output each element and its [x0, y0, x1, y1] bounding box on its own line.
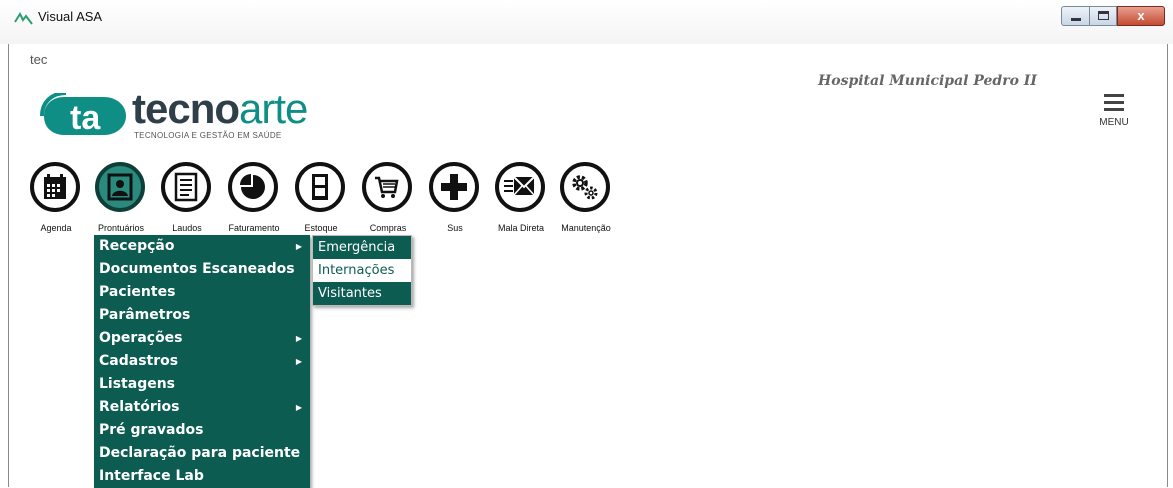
title-bar: Visual ASA x	[0, 0, 1173, 44]
close-button[interactable]: x	[1117, 6, 1165, 26]
submenu-item-internacoes[interactable]: Internações	[313, 259, 411, 282]
menu-item-recepcao[interactable]: Recepção ▶	[94, 235, 310, 258]
tecnoarte-logo: ta tecnoarte TECNOLOGIA E GESTÃO EM SAÚD…	[40, 83, 340, 143]
close-icon: x	[1137, 8, 1145, 23]
menu-item-documentos-escaneados[interactable]: Documentos Escaneados	[94, 258, 310, 281]
minimize-icon	[1071, 18, 1081, 21]
menu-label: MENU	[1099, 117, 1129, 128]
gears-icon	[572, 175, 598, 200]
prontuarios-dropdown: Recepção ▶ Documentos Escaneados Paciente…	[94, 235, 310, 488]
app-icon	[14, 11, 33, 25]
module-compras[interactable]: Compras	[358, 160, 420, 238]
document-lines-icon	[174, 172, 198, 202]
user-name: tec	[30, 52, 48, 67]
pie-chart-icon	[240, 174, 265, 199]
logo-wordmark: tecnoarte	[132, 85, 308, 133]
logo-word-part2: arte	[239, 85, 308, 132]
submenu-arrow-icon: ▶	[295, 242, 302, 251]
window-title: Visual ASA	[38, 9, 103, 24]
cabinet-icon	[312, 174, 328, 200]
module-label: Manutenção	[561, 223, 611, 233]
menu-item-pre-gravados[interactable]: Pré gravados	[94, 419, 310, 442]
module-toolbar: Agenda Prontuários Laudos Faturamento Es…	[26, 160, 626, 240]
menu-item-relatorios[interactable]: Relatórios ▶	[94, 396, 310, 419]
module-laudos[interactable]: Laudos	[157, 160, 219, 238]
patient-record-icon	[107, 173, 133, 201]
hamburger-icon	[1104, 94, 1124, 97]
menu-item-pacientes[interactable]: Pacientes	[94, 281, 310, 304]
maximize-button[interactable]	[1089, 6, 1117, 26]
menu-item-parametros[interactable]: Parâmetros	[94, 304, 310, 327]
logo-mark-icon: ta	[40, 93, 126, 137]
recepcao-submenu: Emergência Internações Visitantes	[312, 235, 412, 306]
menu-item-cadastros[interactable]: Cadastros ▶	[94, 350, 310, 373]
module-agenda[interactable]: Agenda	[26, 160, 88, 238]
logo-subtitle: TECNOLOGIA E GESTÃO EM SAÚDE	[134, 131, 282, 140]
menu-item-interface-lab[interactable]: Interface Lab	[94, 465, 310, 488]
hospital-name: Hospital Municipal Pedro II	[818, 73, 1037, 89]
shopping-cart-icon	[375, 176, 399, 198]
calendar-icon	[44, 174, 66, 199]
maximize-icon	[1098, 11, 1109, 20]
logo-word-part1: tecno	[132, 85, 240, 132]
submenu-item-visitantes[interactable]: Visitantes	[313, 282, 411, 305]
minimize-button[interactable]	[1061, 6, 1089, 26]
medical-cross-icon	[441, 174, 467, 200]
submenu-arrow-icon: ▶	[295, 403, 302, 412]
submenu-arrow-icon: ▶	[295, 357, 302, 366]
module-estoque[interactable]: Estoque	[291, 160, 353, 238]
module-mala-direta[interactable]: Mala Direta	[491, 160, 553, 238]
module-sus[interactable]: Sus	[425, 160, 487, 238]
mail-icon	[504, 176, 535, 196]
menu-item-listagens[interactable]: Listagens	[94, 373, 310, 396]
logo-mark-text: ta	[70, 99, 101, 137]
module-prontuarios[interactable]: Prontuários	[91, 160, 153, 238]
main-menu-button[interactable]: MENU	[1092, 88, 1136, 130]
module-faturamento[interactable]: Faturamento	[224, 160, 286, 238]
submenu-item-emergencia[interactable]: Emergência	[313, 236, 411, 259]
submenu-arrow-icon: ▶	[295, 334, 302, 343]
module-manutencao[interactable]: Manutenção	[556, 160, 618, 238]
menu-item-operacoes[interactable]: Operações ▶	[94, 327, 310, 350]
menu-item-declaracao-paciente[interactable]: Declaração para paciente	[94, 442, 310, 465]
